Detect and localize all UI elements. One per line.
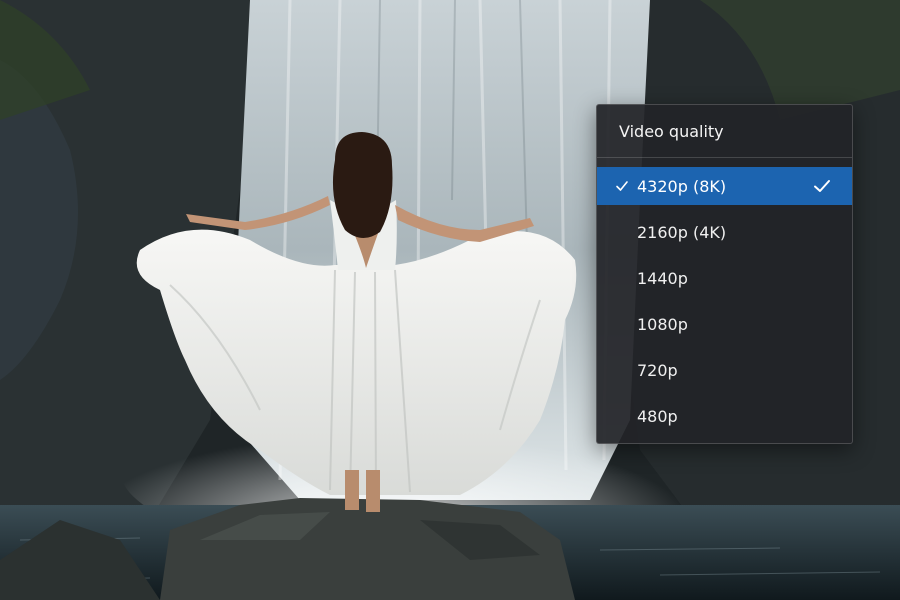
video-player: Video quality 4320p (8K) 2160p (4K) 1440… [0, 0, 900, 600]
quality-option-label: 720p [637, 360, 678, 380]
quality-option-label: 2160p (4K) [637, 222, 727, 242]
quality-options-list: 4320p (8K) 2160p (4K) 1440p 1080p 720p 4… [597, 167, 852, 443]
quality-option-720p[interactable]: 720p [597, 351, 852, 389]
quality-option-2160p[interactable]: 2160p (4K) [597, 213, 852, 251]
quality-option-1080p[interactable]: 1080p [597, 305, 852, 343]
checkmark-icon [814, 180, 830, 192]
quality-option-label: 1440p [637, 268, 688, 288]
quality-option-label: 1080p [637, 314, 688, 334]
quality-option-480p[interactable]: 480p [597, 397, 852, 435]
menu-title: Video quality [597, 105, 852, 158]
quality-option-label: 480p [637, 406, 678, 426]
checkmark-icon [616, 181, 628, 191]
quality-option-1440p[interactable]: 1440p [597, 259, 852, 297]
quality-option-label: 4320p (8K) [637, 176, 727, 196]
quality-option-4320p[interactable]: 4320p (8K) [597, 167, 852, 205]
video-quality-menu: Video quality 4320p (8K) 2160p (4K) 1440… [596, 104, 853, 444]
